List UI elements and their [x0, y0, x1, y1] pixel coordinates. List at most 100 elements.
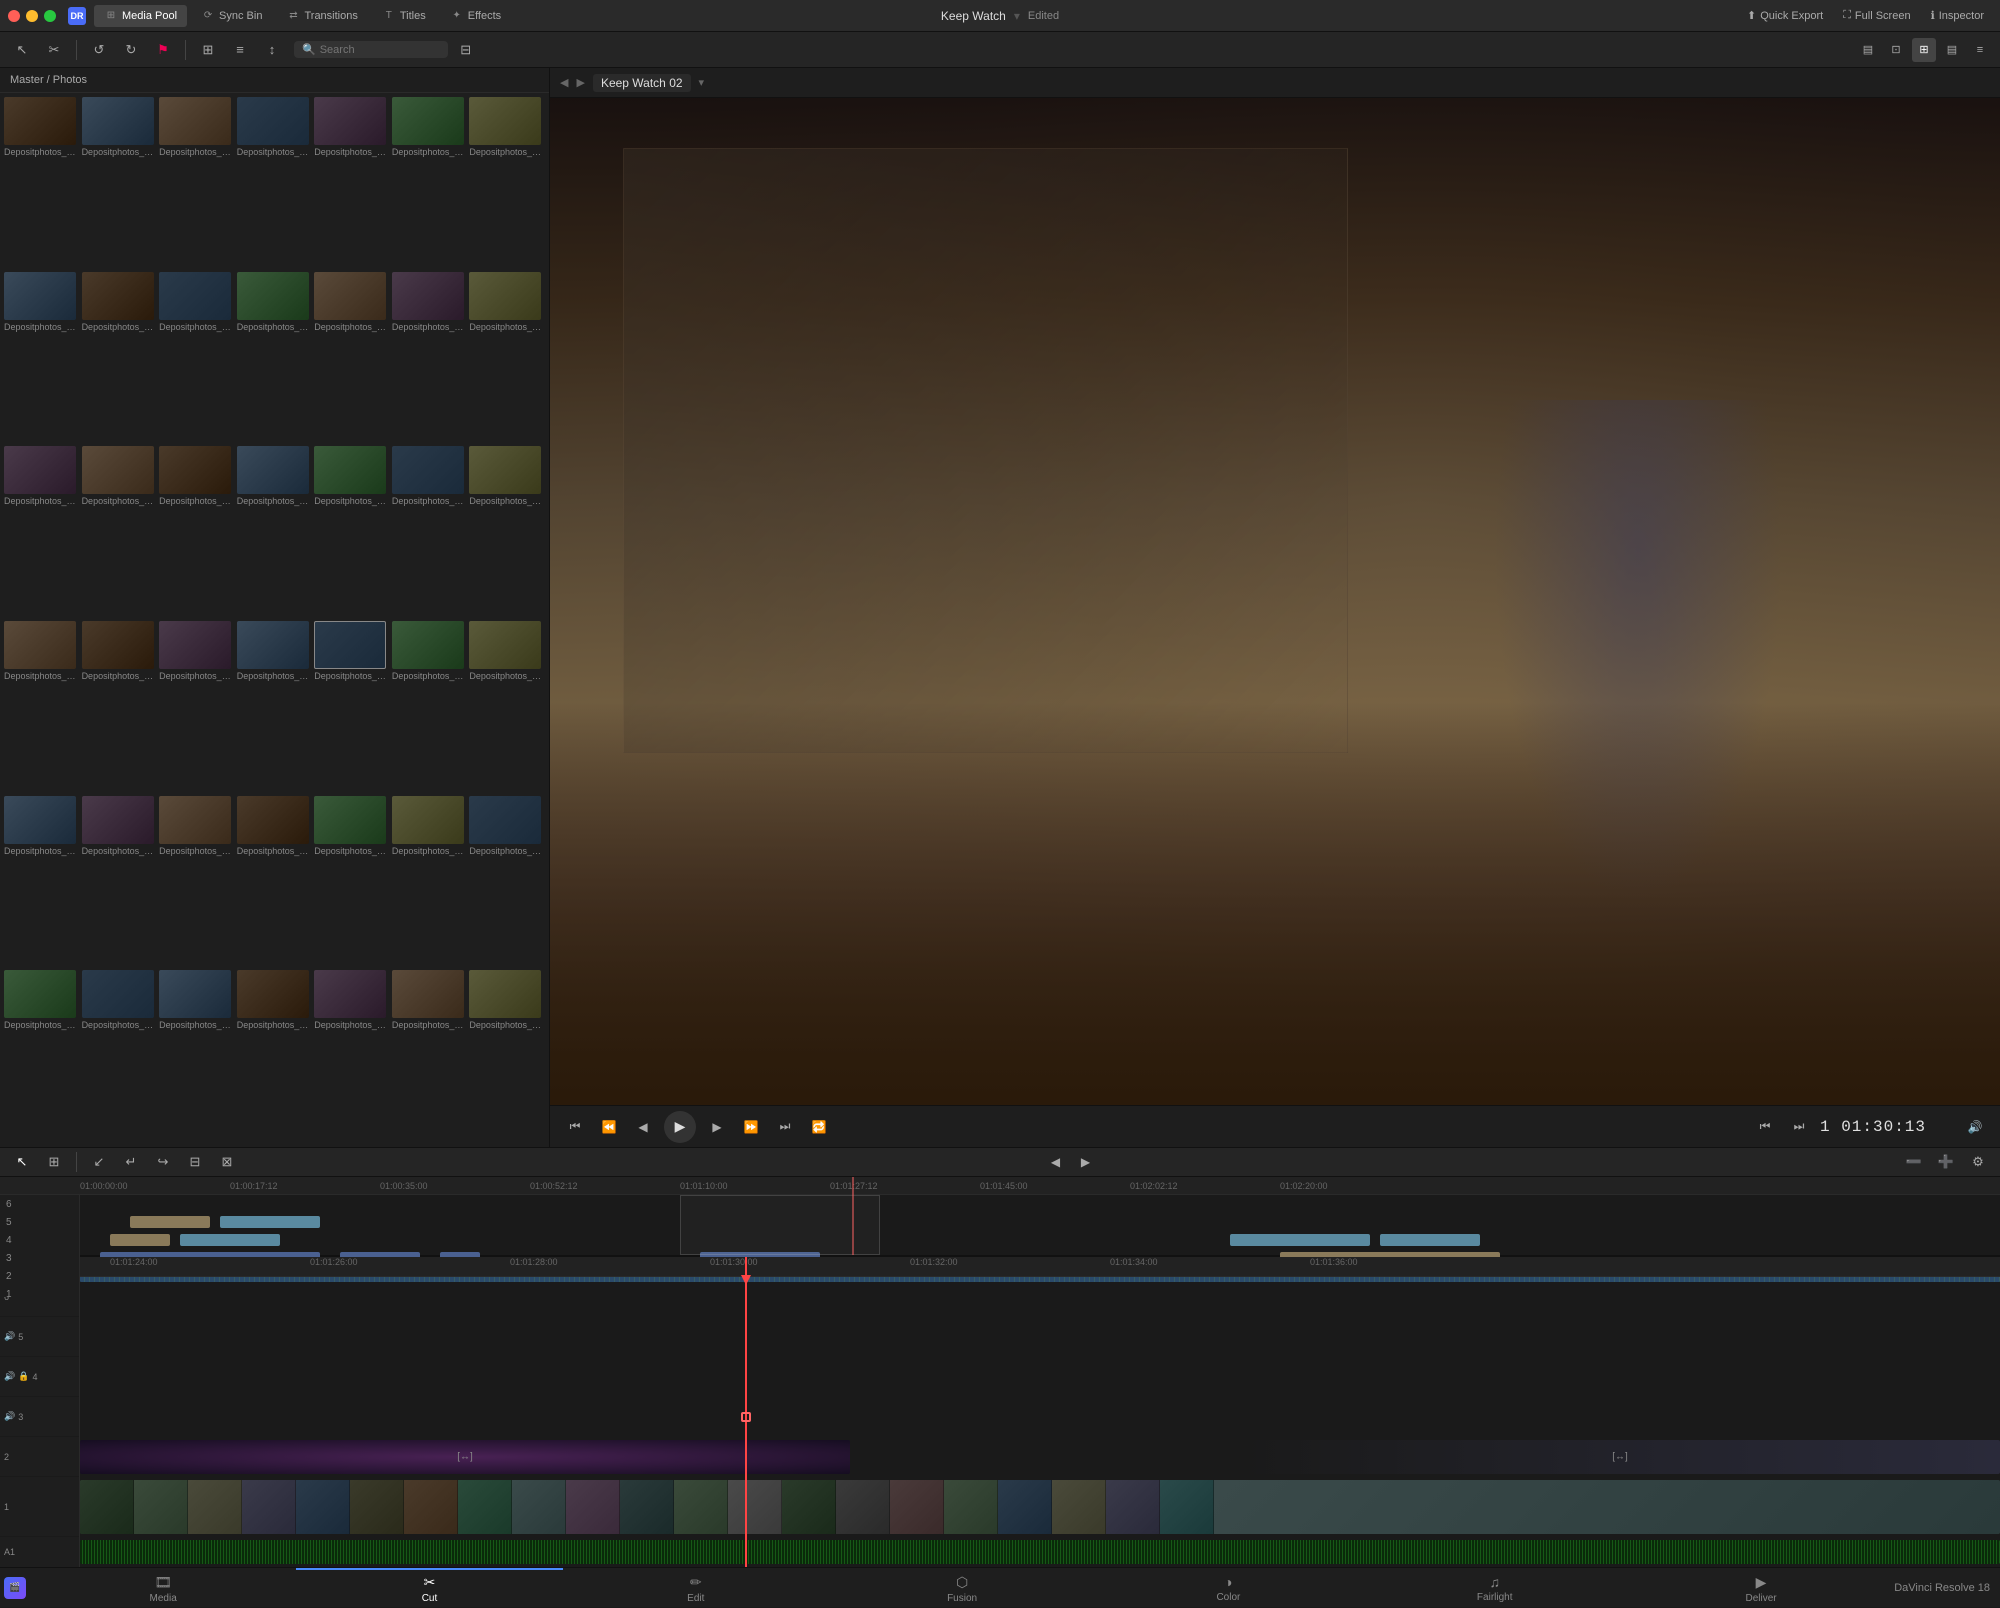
- mute-icon-4[interactable]: 🔊: [4, 1371, 15, 1382]
- list-view-button[interactable]: ≡: [226, 36, 254, 64]
- list-item[interactable]: Depositphotos_55...: [159, 796, 231, 969]
- ripple-delete[interactable]: ⊟: [181, 1148, 209, 1176]
- list-item[interactable]: Depositphotos_55...: [159, 446, 231, 619]
- tab-media[interactable]: 🎞 Media: [30, 1568, 296, 1608]
- tool-redo[interactable]: ↻: [117, 36, 145, 64]
- selection-tool[interactable]: ↖: [8, 1148, 36, 1176]
- list-item[interactable]: Depositphotos_55...: [4, 621, 76, 794]
- play-backward-button[interactable]: ◀: [630, 1114, 656, 1140]
- view-btn-2[interactable]: ⊡: [1884, 38, 1908, 62]
- list-item[interactable]: Depositphotos_55...: [469, 97, 541, 270]
- nav-tab-media-pool[interactable]: ⊞ Media Pool: [94, 5, 187, 27]
- list-item[interactable]: Depositphotos_55...: [4, 272, 76, 445]
- list-item[interactable]: Depositphotos_55...: [82, 796, 154, 969]
- list-item[interactable]: Depositphotos_55...: [4, 970, 76, 1143]
- list-item[interactable]: Depositphotos_55...: [469, 796, 541, 969]
- lift-delete[interactable]: ⊠: [213, 1148, 241, 1176]
- close-button[interactable]: [8, 10, 20, 22]
- tab-cut[interactable]: ✂ Cut: [296, 1568, 562, 1608]
- preview-nav-fwd[interactable]: ▶: [576, 76, 584, 89]
- go-to-end-button[interactable]: ⏭: [772, 1114, 798, 1140]
- view-btn-3[interactable]: ⊞: [1912, 38, 1936, 62]
- timeline-next[interactable]: ▶: [1073, 1149, 1099, 1175]
- preview-clip-name[interactable]: Keep Watch 02: [593, 74, 691, 92]
- minimize-button[interactable]: [26, 10, 38, 22]
- tool-undo[interactable]: ↺: [85, 36, 113, 64]
- play-forward-button[interactable]: ▶: [704, 1114, 730, 1140]
- tab-edit[interactable]: ✏ Edit: [563, 1568, 829, 1608]
- viewport-indicator[interactable]: [680, 1195, 880, 1255]
- list-item[interactable]: Depositphotos_55...: [159, 272, 231, 445]
- volume-button[interactable]: 🔊: [1962, 1114, 1988, 1140]
- list-item[interactable]: Depositphotos_55...: [392, 796, 464, 969]
- list-item[interactable]: Depositphotos_55...: [237, 970, 309, 1143]
- list-item[interactable]: Depositphotos_55...: [237, 796, 309, 969]
- go-to-start-button[interactable]: ⏮: [562, 1114, 588, 1140]
- list-item[interactable]: Depositphotos_55...: [159, 621, 231, 794]
- list-item[interactable]: Depositphotos_55...: [392, 97, 464, 270]
- video-clip-2a[interactable]: [↔]: [80, 1440, 850, 1474]
- list-item[interactable]: Depositphotos_55...: [392, 970, 464, 1143]
- tool-arrow[interactable]: ↖: [8, 36, 36, 64]
- loop-button[interactable]: 🔁: [806, 1114, 832, 1140]
- tab-fusion[interactable]: ⬡ Fusion: [829, 1568, 1095, 1608]
- inspector-button[interactable]: ℹ Inspector: [1923, 6, 1992, 25]
- list-item[interactable]: Depositphotos_55...: [237, 272, 309, 445]
- list-item[interactable]: Depositphotos_55...: [392, 621, 464, 794]
- tab-color[interactable]: ◑ Color: [1095, 1568, 1361, 1608]
- prev-frame-button[interactable]: ⏪: [596, 1114, 622, 1140]
- append-button[interactable]: ↪: [149, 1148, 177, 1176]
- list-item[interactable]: Depositphotos_55...: [314, 621, 386, 794]
- tab-deliver[interactable]: ▶ Deliver: [1628, 1568, 1894, 1608]
- video-strip-1[interactable]: [80, 1480, 2000, 1534]
- list-item[interactable]: Depositphotos_55...: [314, 97, 386, 270]
- nav-tab-titles[interactable]: T Titles: [372, 5, 436, 27]
- view-btn-4[interactable]: ▤: [1940, 38, 1964, 62]
- list-item[interactable]: Depositphotos_55...: [237, 446, 309, 619]
- list-item[interactable]: Depositphotos_55...: [237, 621, 309, 794]
- timeline-zoom-in[interactable]: ➕: [1932, 1148, 1960, 1176]
- mute-icon-3[interactable]: 🔊: [4, 1411, 15, 1422]
- filter-button[interactable]: ⊟: [452, 36, 480, 64]
- prev-clip-button[interactable]: ⏮: [1752, 1114, 1778, 1140]
- insert-button[interactable]: ↵: [117, 1148, 145, 1176]
- list-item[interactable]: Depositphotos_55...: [469, 621, 541, 794]
- list-item[interactable]: Depositphotos_55...: [82, 446, 154, 619]
- nav-tab-transitions[interactable]: ⇄ Transitions: [276, 5, 367, 27]
- sort-button[interactable]: ↕: [258, 36, 286, 64]
- list-item[interactable]: Depositphotos_55...: [314, 796, 386, 969]
- grid-view-button[interactable]: ⊞: [194, 36, 222, 64]
- tool-flag[interactable]: ⚑: [149, 36, 177, 64]
- fullscreen-button[interactable]: [44, 10, 56, 22]
- list-item[interactable]: Depositphotos_55...: [4, 446, 76, 619]
- play-pause-button[interactable]: ▶: [664, 1111, 696, 1143]
- list-item[interactable]: Depositphotos_55...: [314, 272, 386, 445]
- nav-tab-effects[interactable]: ✦ Effects: [440, 5, 511, 27]
- trim-tool[interactable]: ⊞: [40, 1148, 68, 1176]
- list-item[interactable]: Depositphotos_55...: [469, 970, 541, 1143]
- view-btn-5[interactable]: ≡: [1968, 38, 1992, 62]
- next-frame-button[interactable]: ⏩: [738, 1114, 764, 1140]
- timeline-settings[interactable]: ⚙: [1964, 1148, 1992, 1176]
- list-item[interactable]: Depositphotos_55...: [4, 796, 76, 969]
- search-input[interactable]: [320, 44, 440, 56]
- list-item[interactable]: Depositphotos_55...: [469, 446, 541, 619]
- lock-icon-4[interactable]: 🔒: [18, 1371, 29, 1382]
- list-item[interactable]: Depositphotos_55...: [314, 970, 386, 1143]
- timeline-zoom-out[interactable]: ➖: [1900, 1148, 1928, 1176]
- list-item[interactable]: Depositphotos_55...: [237, 97, 309, 270]
- list-item[interactable]: Depositphotos_55...: [82, 272, 154, 445]
- list-item[interactable]: Depositphotos_55...: [82, 621, 154, 794]
- list-item[interactable]: Depositphotos_55...: [159, 970, 231, 1143]
- list-item[interactable]: Depositphotos_55...: [469, 272, 541, 445]
- tab-fairlight[interactable]: ♫ Fairlight: [1362, 1568, 1628, 1608]
- list-item[interactable]: Depositphotos_55...: [314, 446, 386, 619]
- list-item[interactable]: Depositphotos_55...: [82, 970, 154, 1143]
- list-item[interactable]: Depositphotos_55...: [4, 97, 76, 270]
- tool-blade[interactable]: ✂: [40, 36, 68, 64]
- full-screen-button[interactable]: ⛶ Full Screen: [1835, 6, 1918, 25]
- source-overwrite[interactable]: ↙: [85, 1148, 113, 1176]
- next-clip-button[interactable]: ⏭: [1786, 1114, 1812, 1140]
- list-item[interactable]: Depositphotos_55...: [82, 97, 154, 270]
- video-clip-2b[interactable]: [↔]: [1240, 1440, 2000, 1474]
